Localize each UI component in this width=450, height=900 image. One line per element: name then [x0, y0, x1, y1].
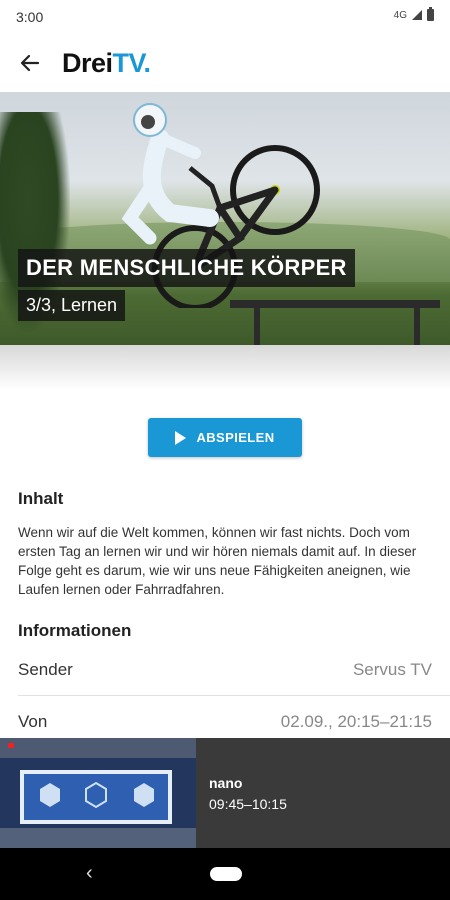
content-description: Wenn wir auf die Welt kommen, können wir… [18, 525, 417, 597]
signal-icon [412, 10, 422, 20]
play-button[interactable]: ABSPIELEN [148, 418, 302, 457]
mini-player[interactable]: nano 09:45–10:15 [0, 738, 450, 848]
mini-player-title: nano [209, 775, 243, 791]
nav-home-icon[interactable] [210, 867, 242, 881]
app-logo: DreiTV. [62, 48, 151, 79]
content-heading: Inhalt [18, 489, 64, 508]
back-button[interactable] [16, 49, 44, 77]
info-key: Von [18, 712, 48, 731]
divider [18, 695, 450, 696]
system-nav-bar: ‹ [0, 848, 450, 900]
nav-back-icon[interactable]: ‹ [86, 862, 93, 885]
mini-player-thumbnail[interactable] [0, 738, 196, 848]
hero-image: DER MENSCHLICHE KÖRPER 3/3, Lernen [0, 92, 450, 345]
info-value: 02.09., 20:15–21:15 [280, 712, 432, 731]
logo-tv: TV. [112, 47, 152, 78]
app-bar: DreiTV. [0, 34, 450, 92]
hero-subtitle: 3/3, Lernen [18, 290, 126, 321]
status-icons: 4G [393, 7, 434, 21]
play-button-label: ABSPIELEN [196, 430, 275, 445]
logo-drei: Drei [62, 47, 113, 78]
battery-icon [427, 7, 434, 21]
information-heading: Informationen [18, 621, 132, 640]
network-label: 4G [393, 9, 407, 21]
play-icon [175, 430, 187, 445]
hero-bench-leg [254, 306, 260, 345]
info-value: Servus TV [352, 660, 432, 679]
hero-fade [0, 345, 450, 390]
info-row-sender: Sender Servus TV [18, 660, 432, 680]
studio-thumbnail-illustration [0, 738, 196, 848]
info-key: Sender [18, 660, 73, 679]
mini-player-time: 09:45–10:15 [209, 796, 287, 812]
hero-title: DER MENSCHLICHE KÖRPER [18, 249, 355, 287]
status-time: 3:00 [16, 9, 44, 25]
status-bar: 3:00 4G [0, 0, 450, 34]
back-arrow-icon [20, 54, 40, 72]
info-row-time: Von 02.09., 20:15–21:15 [18, 712, 432, 732]
hero-bench-leg [414, 306, 420, 345]
